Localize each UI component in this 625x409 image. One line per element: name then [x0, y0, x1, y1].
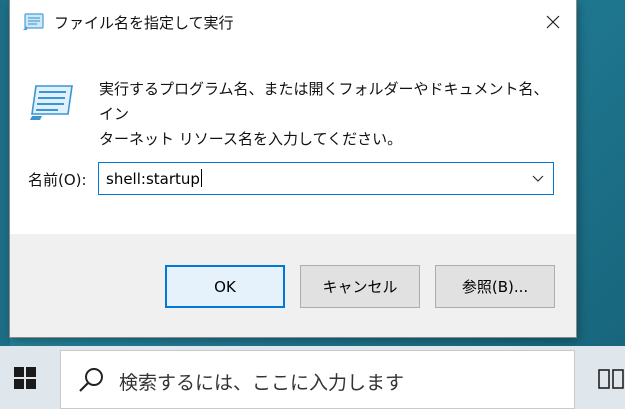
text-caret [200, 169, 202, 187]
close-icon [546, 15, 560, 29]
browse-button[interactable]: 参照(B)... [435, 265, 555, 308]
command-input[interactable]: shell:startup [106, 169, 202, 188]
taskbar: 検索するには、ここに入力します [0, 346, 625, 409]
dialog-content: 実行するプログラム名、または開くフォルダーやドキュメント名、イン ターネット リ… [10, 44, 576, 234]
cancel-button[interactable]: キャンセル [300, 265, 420, 308]
dialog-title: ファイル名を指定して実行 [54, 14, 234, 32]
ok-button[interactable]: OK [165, 265, 285, 308]
command-text: shell:startup [106, 170, 200, 188]
description-line: 実行するプログラム名、または開くフォルダーやドキュメント名、イン [99, 80, 549, 123]
dialog-footer: OK キャンセル 参照(B)... [10, 234, 576, 337]
start-button[interactable] [0, 346, 50, 409]
run-icon [23, 13, 44, 30]
windows-logo-icon [14, 366, 36, 389]
search-placeholder: 検索するには、ここに入力します [119, 372, 405, 394]
dialog-description: 実行するプログラム名、または開くフォルダーやドキュメント名、イン ターネット リ… [99, 77, 551, 152]
desktop-background [0, 0, 10, 346]
search-icon [79, 368, 103, 392]
taskbar-search-box[interactable]: 検索するには、ここに入力します [60, 350, 575, 409]
close-button[interactable] [530, 0, 576, 44]
run-dialog: ファイル名を指定して実行 実行するプログラム名、または開くフォルダーやドキュメン… [10, 0, 576, 337]
run-icon [30, 85, 73, 120]
combobox-dropdown-button[interactable] [523, 163, 553, 194]
name-label: 名前(O): [28, 171, 87, 189]
task-view-icon[interactable] [596, 364, 625, 394]
chevron-down-icon [532, 175, 544, 182]
title-bar[interactable]: ファイル名を指定して実行 [10, 0, 576, 44]
description-line: ターネット リソース名を入力してください。 [99, 130, 403, 148]
command-combobox[interactable]: shell:startup [98, 162, 554, 195]
